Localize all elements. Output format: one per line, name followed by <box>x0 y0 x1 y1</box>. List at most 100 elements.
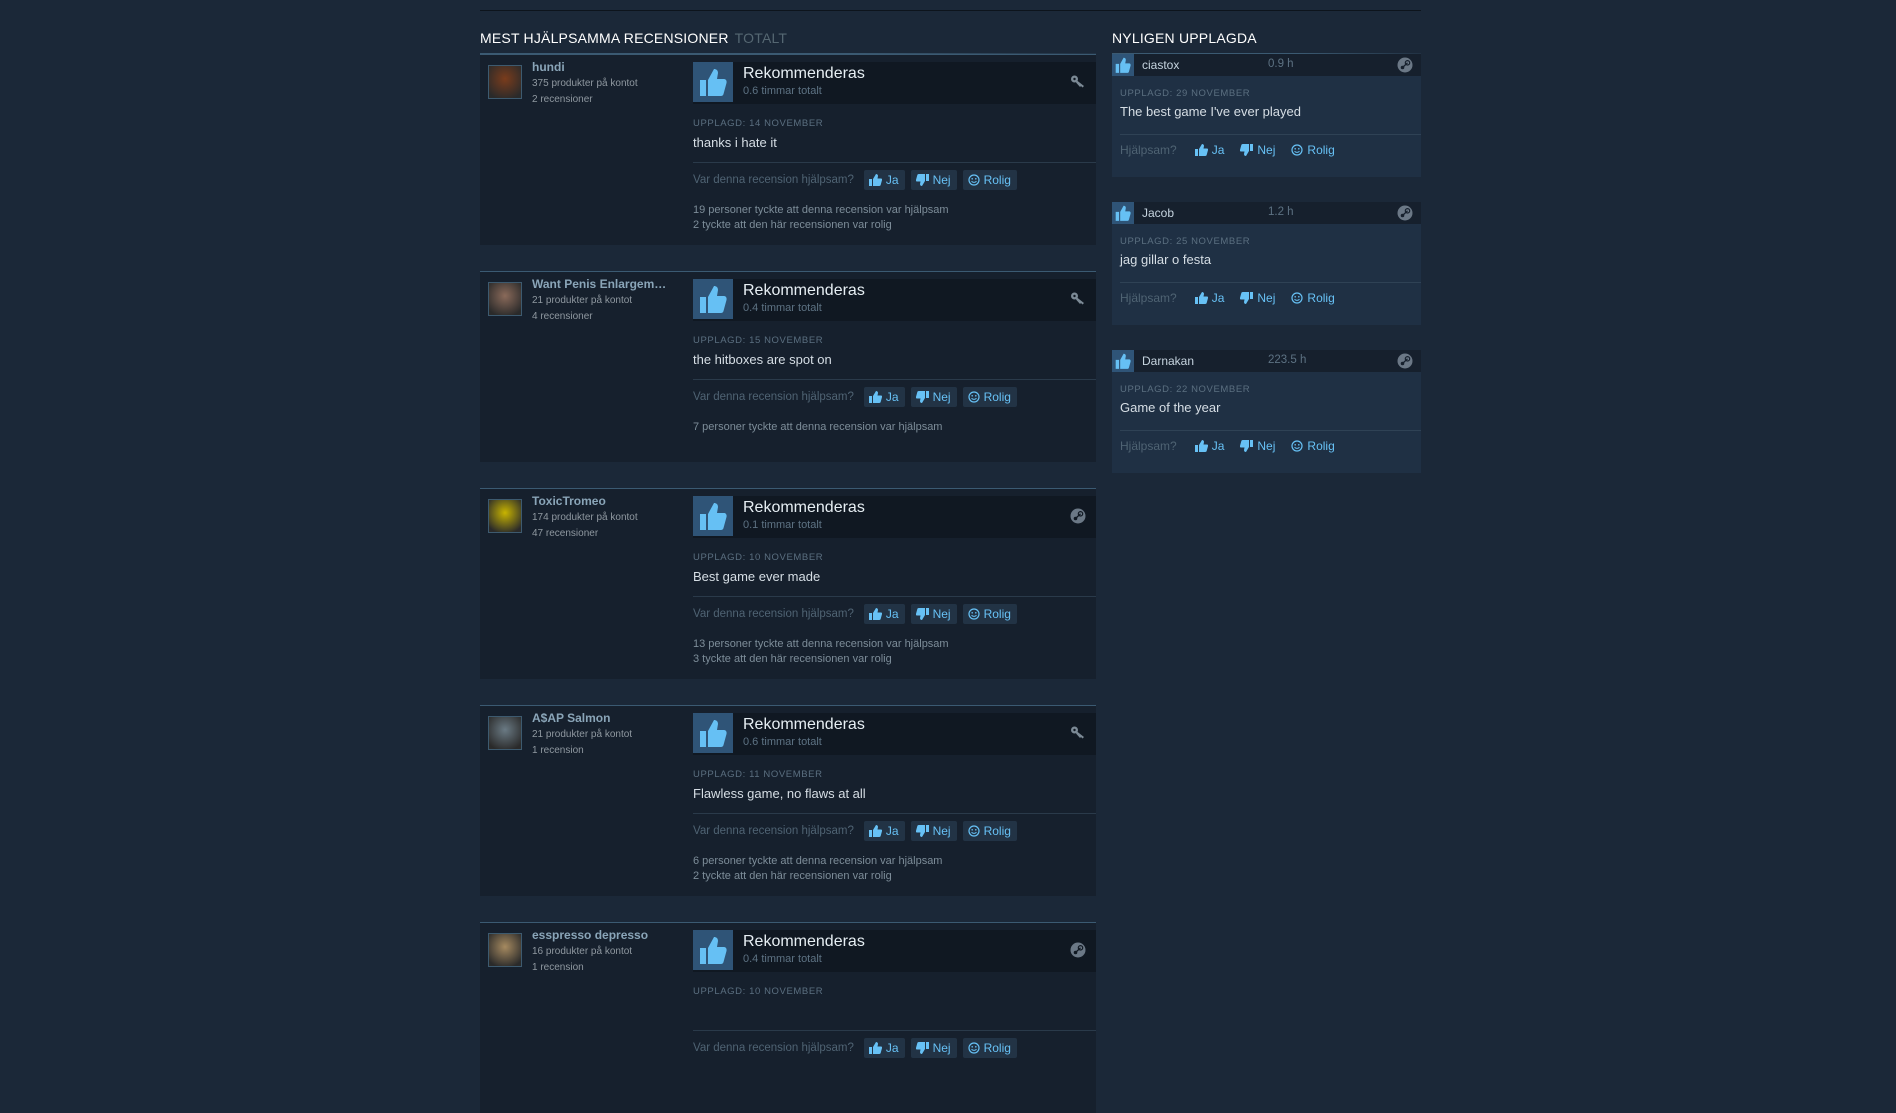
smiley-icon <box>967 608 980 620</box>
vote-funny-label: Rolig <box>983 1041 1011 1055</box>
play-hours: 0.6 timmar totalt <box>743 736 822 748</box>
recent-posted-date: UPPLAGD: 25 NOVEMBER <box>1120 236 1251 247</box>
vote-no-label: Nej <box>932 824 951 838</box>
thumbs-up-icon <box>1112 350 1134 372</box>
recent-author-name[interactable]: Darnakan <box>1142 354 1194 368</box>
author-products[interactable]: 375 produkter på kontot <box>532 78 638 89</box>
author-name[interactable]: A$AP Salmon <box>532 711 667 725</box>
vote-no-label: Nej <box>1257 143 1276 157</box>
vote-no-button[interactable]: Nej <box>1240 143 1275 157</box>
thumbs-up-icon <box>1112 54 1134 76</box>
review-vote-header[interactable]: Rekommenderas 0.1 timmar totalt <box>693 496 1096 538</box>
author-reviews[interactable]: 47 recensioner <box>532 528 598 539</box>
top-divider <box>480 10 1421 11</box>
author-name[interactable]: ToxicTromeo <box>532 494 667 508</box>
vote-yes-button[interactable]: Ja <box>863 170 905 190</box>
helpful-count: 13 personer tyckte att denna recension v… <box>693 638 949 650</box>
avatar[interactable] <box>488 933 522 967</box>
author-products[interactable]: 21 produkter på kontot <box>532 295 632 306</box>
thumbs-down-icon <box>1240 144 1254 156</box>
section-header: MEST HJÄLPSAMMA RECENSIONER TOTALT <box>480 29 1096 47</box>
author-products[interactable]: 174 produkter på kontot <box>532 512 638 523</box>
helpful-controls: Var denna recension hjälpsam? Ja Nej Rol… <box>693 168 1023 192</box>
vote-funny-button[interactable]: Rolig <box>1291 291 1335 305</box>
recent-review-text: The best game I've ever played <box>1120 104 1301 119</box>
vote-yes-button[interactable]: Ja <box>863 1038 905 1058</box>
vote-funny-button[interactable]: Rolig <box>962 604 1017 624</box>
vote-yes-button[interactable]: Ja <box>863 604 905 624</box>
thumbs-down-icon <box>915 391 929 403</box>
smiley-icon <box>967 825 980 837</box>
helpful-controls: Var denna recension hjälpsam? Ja Nej Rol… <box>693 819 1023 843</box>
recent-review-header[interactable]: Jacob 1.2 h <box>1112 202 1421 224</box>
recent-review-list: ciastox 0.9 h UPPLAGD: 29 NOVEMBER The b… <box>1112 54 1421 473</box>
funny-count: 2 tyckte att den här recensionen var rol… <box>693 219 892 231</box>
review-divider <box>693 596 1096 597</box>
posted-date: UPPLAGD: 11 NOVEMBER <box>693 769 823 780</box>
section-title: MEST HJÄLPSAMMA RECENSIONER <box>480 30 729 46</box>
review-divider <box>693 813 1096 814</box>
avatar[interactable] <box>488 499 522 533</box>
vote-yes-button[interactable]: Ja <box>863 387 905 407</box>
author-products[interactable]: 21 produkter på kontot <box>532 729 632 740</box>
author-name[interactable]: esspresso depresso <box>532 928 667 942</box>
vote-no-label: Nej <box>1257 439 1276 453</box>
recent-author-name[interactable]: Jacob <box>1142 206 1174 220</box>
helpful-question: Var denna recension hjälpsam? <box>693 608 854 620</box>
recent-play-hours: 223.5 h <box>1268 354 1307 366</box>
review-vote-header[interactable]: Rekommenderas 0.6 timmar totalt <box>693 713 1096 755</box>
vote-funny-button[interactable]: Rolig <box>962 387 1017 407</box>
smiley-icon <box>967 391 980 403</box>
recent-review-header[interactable]: ciastox 0.9 h <box>1112 54 1421 76</box>
recent-review-header[interactable]: Darnakan 223.5 h <box>1112 350 1421 372</box>
vote-no-button[interactable]: Nej <box>1240 439 1275 453</box>
vote-yes-label: Ja <box>1211 291 1225 305</box>
review-vote-header[interactable]: Rekommenderas 0.6 timmar totalt <box>693 62 1096 104</box>
recent-review-card: ciastox 0.9 h UPPLAGD: 29 NOVEMBER The b… <box>1112 54 1421 177</box>
helpful-count: 7 personer tyckte att denna recension va… <box>693 421 943 433</box>
vote-yes-button[interactable]: Ja <box>1194 439 1224 453</box>
helpful-controls: Var denna recension hjälpsam? Ja Nej Rol… <box>693 1036 1023 1060</box>
vote-funny-label: Rolig <box>983 173 1011 187</box>
recent-helpful-question: Hjälpsam? <box>1120 143 1177 157</box>
author-name[interactable]: Want Penis Enlargement <box>532 277 667 291</box>
vote-funny-button[interactable]: Rolig <box>962 1038 1017 1058</box>
vote-no-button[interactable]: Nej <box>910 604 957 624</box>
review-vote-header[interactable]: Rekommenderas 0.4 timmar totalt <box>693 279 1096 321</box>
vote-no-button[interactable]: Nej <box>910 1038 957 1058</box>
review-vote-header[interactable]: Rekommenderas 0.4 timmar totalt <box>693 930 1096 972</box>
recent-divider <box>1120 134 1421 135</box>
author-reviews[interactable]: 2 recensioner <box>532 94 593 105</box>
posted-date: UPPLAGD: 14 NOVEMBER <box>693 118 824 129</box>
vote-funny-button[interactable]: Rolig <box>962 821 1017 841</box>
vote-funny-label: Rolig <box>983 390 1011 404</box>
vote-no-button[interactable]: Nej <box>1240 291 1275 305</box>
review-list: hundi 375 produkter på kontot 2 recensio… <box>480 54 1096 1113</box>
recent-author-name[interactable]: ciastox <box>1142 58 1179 72</box>
author-reviews[interactable]: 4 recensioner <box>532 311 593 322</box>
recent-review-text: Game of the year <box>1120 400 1221 415</box>
author-reviews[interactable]: 1 recension <box>532 745 584 756</box>
avatar[interactable] <box>488 65 522 99</box>
vote-funny-label: Rolig <box>1307 143 1335 157</box>
recent-helpful-controls: Hjälpsam? Ja Nej Rolig <box>1120 140 1351 160</box>
filter-label[interactable]: TOTALT <box>735 30 788 46</box>
author-products[interactable]: 16 produkter på kontot <box>532 946 632 957</box>
avatar[interactable] <box>488 716 522 750</box>
vote-yes-button[interactable]: Ja <box>1194 143 1224 157</box>
author-reviews[interactable]: 1 recension <box>532 962 584 973</box>
vote-no-button[interactable]: Nej <box>910 387 957 407</box>
helpful-controls: Var denna recension hjälpsam? Ja Nej Rol… <box>693 385 1023 409</box>
vote-funny-button[interactable]: Rolig <box>1291 439 1335 453</box>
avatar[interactable] <box>488 282 522 316</box>
helpful-count: 19 personer tyckte att denna recension v… <box>693 204 949 216</box>
vote-no-button[interactable]: Nej <box>910 821 957 841</box>
vote-yes-button[interactable]: Ja <box>863 821 905 841</box>
vote-funny-button[interactable]: Rolig <box>1291 143 1335 157</box>
vote-yes-button[interactable]: Ja <box>1194 291 1225 305</box>
steam-icon <box>1397 205 1413 226</box>
vote-no-button[interactable]: Nej <box>910 170 957 190</box>
vote-no-label: Nej <box>932 1041 951 1055</box>
vote-funny-button[interactable]: Rolig <box>962 170 1017 190</box>
author-name[interactable]: hundi <box>532 60 667 74</box>
